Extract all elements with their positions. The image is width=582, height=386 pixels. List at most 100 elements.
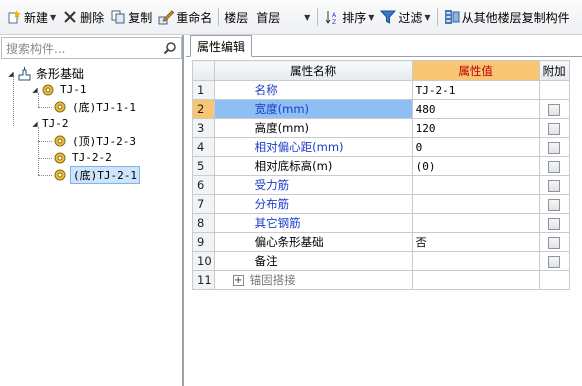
- property-name: 备注: [254, 254, 278, 268]
- table-row[interactable]: 2 宽度(mm) 480: [192, 99, 570, 119]
- tree-node-tj-2-2[interactable]: TJ-2-2: [52, 149, 114, 166]
- row-number[interactable]: 5: [192, 156, 215, 176]
- property-name: 相对偏心距(mm): [254, 140, 344, 154]
- property-name-cell[interactable]: 宽度(mm): [213, 99, 413, 119]
- table-row[interactable]: 3 高度(mm) 120: [192, 118, 570, 138]
- copy-from-floor-button[interactable]: 从其他楼层复制构件: [441, 6, 573, 28]
- grid-header-row: 属性名称 属性值 附加: [192, 60, 570, 81]
- search-input[interactable]: 搜索构件...: [2, 40, 159, 57]
- property-name-cell[interactable]: 偏心条形基础: [213, 232, 413, 252]
- property-name-cell[interactable]: 相对底标高(m): [213, 156, 413, 176]
- column-header-name[interactable]: 属性名称: [213, 60, 413, 81]
- table-row[interactable]: 5 相对底标高(m) (0): [192, 156, 570, 176]
- property-name-cell[interactable]: 高度(mm): [213, 118, 413, 138]
- search-icon[interactable]: [159, 38, 181, 58]
- tree-node-tj-2[interactable]: ◢ TJ-2: [30, 115, 71, 132]
- extra-checkbox[interactable]: [548, 198, 561, 211]
- tree-node-label: (底)TJ-2-1: [70, 165, 140, 184]
- property-value-cell[interactable]: 480: [411, 99, 540, 119]
- extra-checkbox[interactable]: [548, 160, 561, 173]
- extra-checkbox[interactable]: [548, 255, 561, 268]
- extra-checkbox[interactable]: [548, 236, 561, 249]
- row-number[interactable]: 3: [192, 118, 215, 138]
- extra-cell: [538, 137, 570, 157]
- property-value-cell[interactable]: 120: [411, 118, 540, 138]
- property-name-cell[interactable]: 备注: [213, 251, 413, 271]
- gear-component-icon: [52, 150, 68, 166]
- property-value-cell[interactable]: [411, 194, 540, 214]
- table-row[interactable]: 10 备注: [192, 251, 570, 271]
- row-number[interactable]: 9: [192, 232, 215, 252]
- copy-icon: [110, 9, 126, 25]
- property-value-cell[interactable]: [411, 270, 540, 290]
- property-grid: 属性名称 属性值 附加 1 名称 TJ-2-1 2 宽度(mm) 480 3 高度(mm) 12…: [192, 60, 570, 290]
- collapse-toggle-icon[interactable]: ◢: [30, 120, 40, 128]
- row-number[interactable]: 8: [192, 213, 215, 233]
- tree-node-tj-1[interactable]: ◢ TJ-1: [30, 81, 89, 98]
- property-value-cell[interactable]: (0): [411, 156, 540, 176]
- rename-button[interactable]: 重命名: [155, 6, 215, 28]
- property-value-cell[interactable]: 否: [411, 232, 540, 252]
- collapse-toggle-icon[interactable]: ◢: [30, 86, 40, 94]
- table-row[interactable]: 11 + 锚固搭接: [192, 270, 570, 290]
- row-number[interactable]: 4: [192, 137, 215, 157]
- table-row[interactable]: 8 其它钢筋: [192, 213, 570, 233]
- tab-property-edit[interactable]: 属性编辑: [190, 35, 253, 57]
- delete-label: 删除: [80, 10, 105, 25]
- extra-checkbox[interactable]: [548, 179, 561, 192]
- rename-icon: [158, 9, 175, 25]
- collapse-toggle-icon[interactable]: ◢: [6, 70, 16, 78]
- rename-label: 重命名: [176, 10, 213, 25]
- extra-checkbox[interactable]: [548, 103, 561, 116]
- property-name-cell[interactable]: + 锚固搭接: [213, 270, 413, 290]
- extra-cell: [538, 175, 570, 195]
- row-number[interactable]: 10: [192, 251, 215, 271]
- floor-select[interactable]: 首层 ▼: [252, 7, 314, 27]
- copy-button[interactable]: 复制: [107, 6, 155, 28]
- tree-node-tj-2-3[interactable]: (顶)TJ-2-3: [52, 132, 138, 149]
- filter-button[interactable]: 过滤 ▼: [377, 6, 433, 28]
- tree-node-tj-2-1[interactable]: (底)TJ-2-1: [52, 165, 140, 184]
- row-number[interactable]: 7: [192, 194, 215, 214]
- search-box[interactable]: 搜索构件...: [1, 37, 182, 59]
- table-row[interactable]: 1 名称 TJ-2-1: [192, 80, 570, 100]
- row-number[interactable]: 11: [192, 270, 215, 290]
- new-icon: [6, 9, 22, 25]
- property-value-cell[interactable]: [411, 213, 540, 233]
- property-name-cell[interactable]: 分布筋: [213, 194, 413, 214]
- delete-button[interactable]: 删除: [59, 6, 107, 28]
- row-number[interactable]: 1: [192, 80, 215, 100]
- row-number[interactable]: 6: [192, 175, 215, 195]
- tree-node-tj-1-1[interactable]: (底)TJ-1-1: [52, 98, 138, 115]
- extra-cell: [538, 80, 570, 100]
- sort-label: 排序: [342, 10, 367, 25]
- table-row[interactable]: 9 偏心条形基础 否: [192, 232, 570, 252]
- property-name-cell[interactable]: 相对偏心距(mm): [213, 137, 413, 157]
- property-name: 受力筋: [254, 178, 290, 192]
- column-header-extra[interactable]: 附加: [538, 60, 570, 81]
- property-value-cell[interactable]: 0: [411, 137, 540, 157]
- row-number[interactable]: 2: [192, 99, 215, 119]
- table-row[interactable]: 7 分布筋: [192, 194, 570, 214]
- expand-icon[interactable]: +: [232, 275, 244, 286]
- sort-button[interactable]: AZ 排序 ▼: [321, 6, 377, 28]
- property-value-cell[interactable]: TJ-2-1: [411, 80, 540, 100]
- property-value-cell[interactable]: [411, 251, 540, 271]
- table-row[interactable]: 4 相对偏心距(mm) 0: [192, 137, 570, 157]
- extra-checkbox[interactable]: [548, 141, 561, 154]
- property-name-cell[interactable]: 其它钢筋: [213, 213, 413, 233]
- column-header-value[interactable]: 属性值: [411, 60, 540, 81]
- extra-checkbox[interactable]: [548, 217, 561, 230]
- extra-checkbox[interactable]: [548, 122, 561, 135]
- property-name-cell[interactable]: 受力筋: [213, 175, 413, 195]
- property-name: 宽度(mm): [254, 102, 310, 116]
- strip-foundation-icon: [16, 66, 32, 82]
- property-value-cell[interactable]: [411, 175, 540, 195]
- table-row[interactable]: 6 受力筋: [192, 175, 570, 195]
- tree-connector: [13, 75, 14, 126]
- property-name: 高度(mm): [254, 121, 310, 135]
- property-name-cell[interactable]: 名称: [213, 80, 413, 100]
- gear-component-icon: [52, 167, 68, 183]
- new-button[interactable]: 新建 ▼: [3, 6, 59, 28]
- tree-node-root[interactable]: ◢ 条形基础: [6, 65, 86, 82]
